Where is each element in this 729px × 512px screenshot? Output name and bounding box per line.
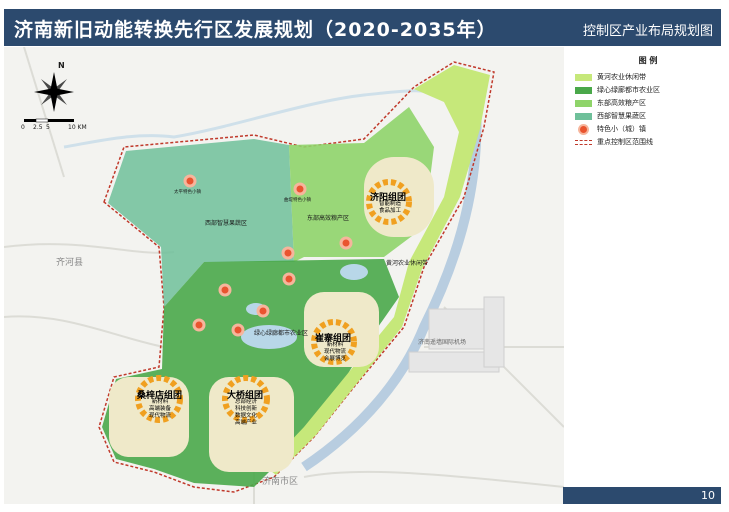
legend-swatch bbox=[575, 73, 592, 81]
industry-item: 会展博览 bbox=[323, 356, 346, 362]
legend-item: 特色小（城）镇 bbox=[575, 123, 721, 135]
industry-item: 新材料 bbox=[151, 399, 169, 405]
legend-item: 东部高效粮产区 bbox=[575, 97, 721, 109]
region-label-green: 绿心绿廊都市农业区 bbox=[254, 330, 309, 337]
legend-label: 特色小（城）镇 bbox=[597, 125, 646, 133]
industry-item: 总部经济 bbox=[234, 399, 257, 405]
place-label-qihe: 齐河县 bbox=[56, 258, 84, 268]
map-subtitle: 控制区产业布局规划图 bbox=[582, 24, 713, 39]
place-label-airport: 济南遥墙国际机场 bbox=[418, 339, 467, 346]
town-label: 曲堤特色小镇 bbox=[284, 198, 311, 203]
page-number: 10 bbox=[701, 489, 715, 502]
legend-swatch bbox=[575, 99, 592, 107]
industry-item: 高端装备 bbox=[148, 406, 171, 412]
region-label-west: 西部智慧果蔬区 bbox=[205, 220, 248, 227]
legend-swatch bbox=[575, 125, 592, 133]
legend-swatch bbox=[575, 86, 592, 94]
lake bbox=[340, 264, 368, 280]
legend-item: 黄河农业休闲带 bbox=[575, 71, 721, 83]
place-label-jinan: 济南市区 bbox=[262, 477, 299, 487]
industry-item: 食品加工 bbox=[378, 208, 401, 214]
map-canvas bbox=[4, 47, 564, 504]
legend-item: 绿心绿廊都市农业区 bbox=[575, 84, 721, 96]
map-legend: 图 例 黄河农业休闲带绿心绿廊都市农业区 东部高效粮产区 西部智慧果蔬区 特色小（城）… bbox=[575, 55, 721, 149]
scale-bar bbox=[24, 118, 74, 123]
cluster-industry-jiyang: 智能制造 食品加工 bbox=[377, 201, 403, 215]
legend-label: 西部智慧果蔬区 bbox=[597, 112, 646, 120]
north-arrow bbox=[34, 72, 74, 112]
scale-tick: 2.5 bbox=[33, 124, 43, 131]
cluster-industry-daqiao: 总部经济 科技创新 数据文化 高端产业 bbox=[233, 399, 259, 427]
title-bar: 济南新旧动能转换先行区发展规划（2020-2035年） 控制区产业布局规划图 bbox=[4, 9, 721, 46]
page-title: 济南新旧动能转换先行区发展规划（2020-2035年） bbox=[14, 19, 497, 41]
industry-item: 新材料 bbox=[326, 342, 344, 348]
legend-rows: 黄河农业休闲带绿心绿廊都市农业区 东部高效粮产区 西部智慧果蔬区 特色小（城）镇 重点控… bbox=[575, 71, 721, 148]
legend-swatch bbox=[575, 139, 592, 145]
industry-item: 高端产业 bbox=[234, 420, 257, 426]
town-label: 太平特色小镇 bbox=[174, 190, 201, 195]
legend-item: 西部智慧果蔬区 bbox=[575, 110, 721, 122]
industry-item: 科技创新 bbox=[234, 406, 257, 412]
scale-tick: 5 bbox=[46, 124, 50, 131]
footer-bar: 10 bbox=[563, 487, 721, 504]
compass-north-label: N bbox=[58, 61, 65, 70]
industry-item: 现代物流 bbox=[323, 349, 346, 355]
scale-tick: 10 KM bbox=[68, 124, 87, 131]
region-label-east: 东部高效粮产区 bbox=[307, 215, 350, 222]
legend-item: 重点控制区范围线 bbox=[575, 136, 721, 148]
scale-tick: 0 bbox=[21, 124, 25, 131]
legend-swatch bbox=[575, 112, 592, 120]
legend-label: 黄河农业休闲带 bbox=[597, 73, 646, 81]
industry-item: 现代物流 bbox=[148, 413, 171, 419]
legend-label: 重点控制区范围线 bbox=[597, 138, 653, 146]
industry-item: 数据文化 bbox=[234, 413, 257, 419]
legend-label: 绿心绿廊都市农业区 bbox=[597, 86, 660, 94]
industry-item: 智能制造 bbox=[378, 201, 401, 207]
region-label-yellow: 黄河农业休闲带 bbox=[386, 260, 429, 267]
legend-label: 东部高效粮产区 bbox=[597, 99, 646, 107]
cluster-industry-sangzidian: 新材料 高端装备 现代物流 bbox=[147, 399, 173, 420]
cluster-industry-cuizhai: 新材料 现代物流 会展博览 bbox=[322, 342, 348, 363]
planning-map[interactable]: N 0 2.5 5 10 KM 西部智慧果蔬区 东部高效粮产区 绿心绿廊都市农业… bbox=[4, 47, 564, 504]
legend-title: 图 例 bbox=[638, 56, 658, 65]
